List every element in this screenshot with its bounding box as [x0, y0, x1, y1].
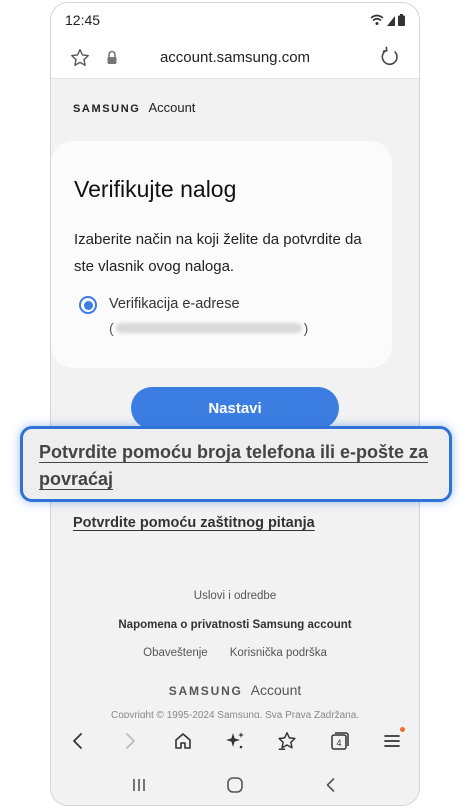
tabs-icon: 4 — [330, 731, 349, 750]
brand-product: Account — [148, 100, 196, 115]
masked-email: ( ) — [109, 320, 308, 336]
page-title: Verifikujte nalog — [74, 176, 237, 202]
privacy-link[interactable]: Napomena o privatnosti Samsung account — [51, 619, 419, 631]
url-text[interactable]: account.samsung.com — [51, 49, 419, 66]
footer-samsung-logo: SAMSUNG Account — [51, 682, 419, 698]
status-icons — [370, 14, 405, 26]
menu-button[interactable] — [377, 726, 407, 756]
battery-icon — [398, 14, 405, 26]
wifi-icon — [370, 14, 384, 25]
footer-link-row: Obaveštenje Korisnička podrška — [51, 647, 419, 659]
tabs-button[interactable]: 4 — [325, 726, 355, 756]
highlighted-recovery-option[interactable]: Potvrdite pomoću broja telefona ili e-po… — [20, 426, 452, 502]
footer-brand-wordmark: SAMSUNG — [168, 684, 243, 698]
terms-link[interactable]: Uslovi i odredbe — [51, 590, 419, 602]
status-bar: 12:45 — [51, 3, 419, 37]
recents-icon[interactable] — [130, 776, 148, 794]
recovery-link[interactable]: Potvrdite pomoću broja telefona ili e-po… — [39, 439, 433, 493]
email-open-paren: ( — [109, 320, 114, 336]
email-verification-label[interactable]: Verifikacija e-adrese — [109, 296, 240, 312]
browser-toolbar: 4 — [51, 718, 419, 763]
footer-brand-product: Account — [250, 682, 302, 698]
back-icon — [73, 732, 82, 749]
home-button[interactable] — [168, 726, 198, 756]
forward-icon — [126, 732, 136, 749]
samsung-account-logo: SAMSUNG Account — [73, 100, 195, 115]
security-question-link[interactable]: Potvrdite pomoću zaštitnog pitanja — [73, 515, 315, 531]
home-circle-icon[interactable] — [226, 776, 244, 794]
bookmarks-button[interactable] — [272, 726, 302, 756]
menu-icon — [384, 734, 400, 747]
email-verification-radio[interactable] — [79, 296, 97, 314]
forward-button[interactable] — [115, 726, 145, 756]
back-button[interactable] — [63, 726, 93, 756]
reload-icon[interactable] — [379, 46, 401, 68]
verification-card: Verifikujte nalog Izaberite način na koj… — [51, 141, 392, 368]
support-link[interactable]: Korisnička podrška — [230, 647, 327, 659]
home-icon — [174, 732, 191, 749]
tabs-count: 4 — [336, 738, 341, 748]
notice-link[interactable]: Obaveštenje — [143, 647, 208, 659]
system-nav-bar — [51, 763, 419, 805]
card-description: Izaberite način na koji želite da potvrd… — [74, 231, 362, 275]
blurred-email — [115, 323, 302, 333]
sparkle-icon — [225, 731, 244, 748]
notification-dot — [399, 726, 405, 732]
signal-icon — [387, 16, 395, 26]
status-time: 12:45 — [65, 12, 101, 28]
phone-frame: 12:45 account.samsung.com SAMSUNG Accoun… — [50, 2, 420, 806]
nav-back-icon[interactable] — [322, 776, 340, 794]
email-close-paren: ) — [303, 320, 309, 336]
ai-assist-button[interactable] — [220, 726, 250, 756]
address-bar: account.samsung.com — [51, 37, 419, 79]
continue-button[interactable]: Nastavi — [131, 387, 339, 429]
brand-wordmark: SAMSUNG — [73, 103, 141, 115]
bookmark-star-icon — [278, 731, 296, 750]
